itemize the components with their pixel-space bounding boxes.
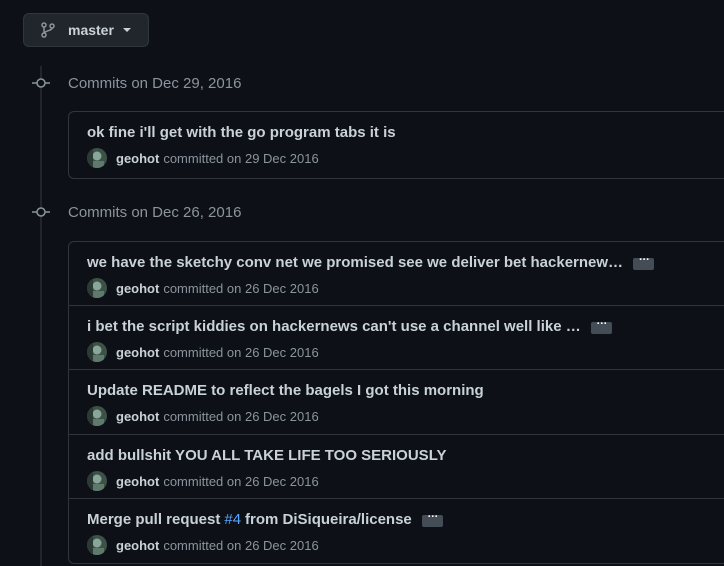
- commit-row: Update README to reflect the bagels I go…: [69, 370, 724, 435]
- timeline-line: [40, 66, 42, 566]
- branch-label: master: [68, 22, 114, 38]
- commit-meta: geohot committed on 26 Dec 2016: [87, 471, 319, 491]
- group-title: Commits on Dec 26, 2016: [68, 203, 242, 221]
- commit-title: Merge pull request #4 from DiSiqueira/li…: [87, 508, 443, 528]
- commit-date: committed on 26 Dec 2016: [163, 408, 319, 424]
- pull-request-link[interactable]: #4: [224, 511, 241, 528]
- commit-list: we have the sketchy conv net we promised…: [68, 241, 724, 564]
- commit-row: Merge pull request #4 from DiSiqueira/li…: [69, 499, 724, 563]
- author-link[interactable]: geohot: [116, 474, 159, 489]
- chevron-down-icon: [122, 28, 131, 32]
- commit-group-header: Commits on Dec 26, 2016: [32, 202, 241, 222]
- commit-message-link[interactable]: Update README to reflect the bagels I go…: [87, 382, 484, 399]
- branch-select-button[interactable]: master: [23, 13, 149, 47]
- commit-message-link[interactable]: Merge pull request: [87, 511, 220, 528]
- git-branch-icon: [41, 22, 55, 38]
- commit-date: committed on 26 Dec 2016: [163, 537, 319, 553]
- commit-message-link[interactable]: add bullshit YOU ALL TAKE LIFE TOO SERIO…: [87, 447, 446, 464]
- commit-title: Update README to reflect the bagels I go…: [87, 382, 484, 399]
- author-link[interactable]: geohot: [116, 281, 159, 296]
- commit-title: ok fine i'll get with the go program tab…: [87, 124, 396, 141]
- expand-message-button[interactable]: …: [421, 508, 443, 527]
- commit-row: i bet the script kiddies on hackernews c…: [69, 306, 724, 370]
- avatar[interactable]: [87, 471, 107, 491]
- commit-date: committed on 29 Dec 2016: [163, 150, 319, 166]
- avatar[interactable]: [87, 278, 107, 298]
- git-commit-icon: [32, 207, 50, 217]
- commit-meta: geohot committed on 26 Dec 2016: [87, 342, 319, 362]
- author-link[interactable]: geohot: [116, 151, 159, 166]
- avatar[interactable]: [87, 148, 107, 168]
- commit-row: we have the sketchy conv net we promised…: [69, 242, 724, 306]
- commit-message-link[interactable]: we have the sketchy conv net we promised…: [87, 254, 623, 271]
- author-link[interactable]: geohot: [116, 345, 159, 360]
- commit-message-suffix[interactable]: from DiSiqueira/license: [245, 511, 412, 528]
- avatar[interactable]: [87, 535, 107, 555]
- commit-list: ok fine i'll get with the go program tab…: [68, 111, 724, 179]
- expand-message-button[interactable]: …: [590, 315, 612, 334]
- commit-meta: geohot committed on 26 Dec 2016: [87, 535, 319, 555]
- commit-title: add bullshit YOU ALL TAKE LIFE TOO SERIO…: [87, 447, 446, 464]
- commit-meta: geohot committed on 26 Dec 2016: [87, 278, 319, 298]
- commit-row: add bullshit YOU ALL TAKE LIFE TOO SERIO…: [69, 435, 724, 499]
- commit-message-link[interactable]: i bet the script kiddies on hackernews c…: [87, 318, 581, 335]
- expand-message-button[interactable]: …: [633, 251, 655, 270]
- avatar[interactable]: [87, 342, 107, 362]
- commit-date: committed on 26 Dec 2016: [163, 473, 319, 489]
- commit-date: committed on 26 Dec 2016: [163, 280, 319, 296]
- git-commit-icon: [32, 78, 50, 88]
- commit-title: i bet the script kiddies on hackernews c…: [87, 315, 612, 335]
- author-link[interactable]: geohot: [116, 538, 159, 553]
- commit-meta: geohot committed on 26 Dec 2016: [87, 406, 319, 426]
- commit-date: committed on 26 Dec 2016: [163, 344, 319, 360]
- group-title: Commits on Dec 29, 2016: [68, 74, 242, 92]
- commit-meta: geohot committed on 29 Dec 2016: [87, 148, 319, 168]
- commit-title: we have the sketchy conv net we promised…: [87, 251, 655, 271]
- commit-group-header: Commits on Dec 29, 2016: [32, 73, 241, 93]
- avatar[interactable]: [87, 406, 107, 426]
- commit-message-link[interactable]: ok fine i'll get with the go program tab…: [87, 124, 396, 141]
- author-link[interactable]: geohot: [116, 409, 159, 424]
- commit-row: ok fine i'll get with the go program tab…: [69, 112, 724, 178]
